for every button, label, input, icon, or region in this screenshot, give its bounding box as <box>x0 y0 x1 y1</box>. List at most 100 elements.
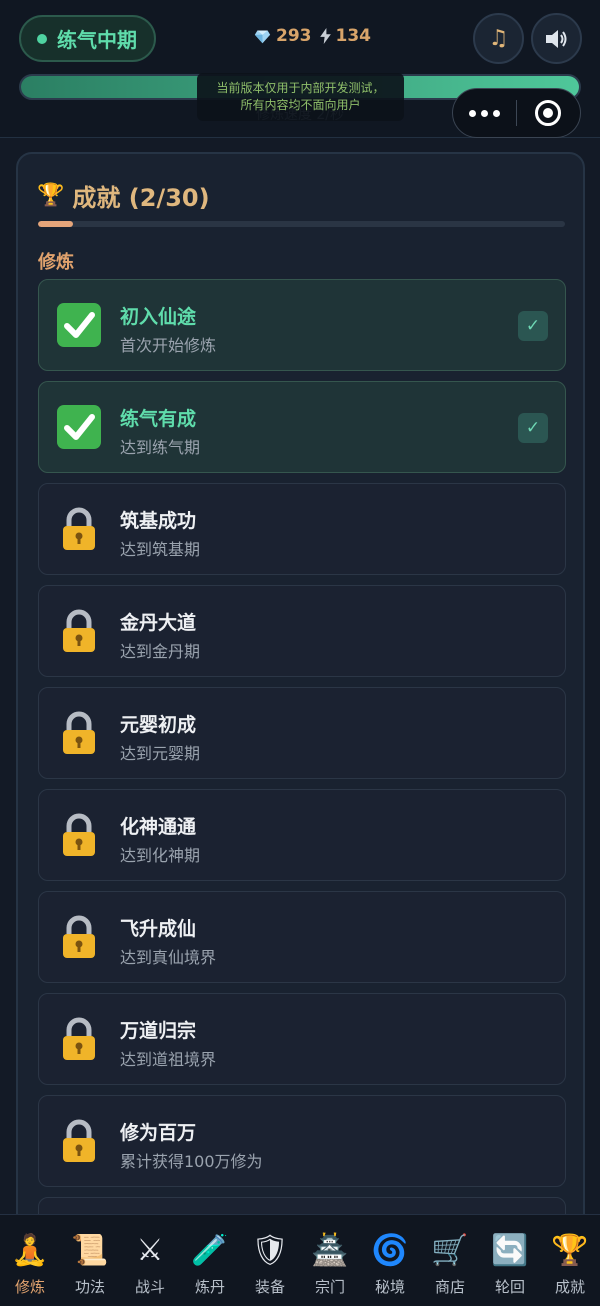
nav-tab-scroll[interactable]: 📜 功法 <box>60 1215 120 1306</box>
achievement-description: 达到金丹期 <box>120 642 201 661</box>
bottom-navigation: 🧘 修炼 📜 功法 ⚔ 战斗 🧪 炼丹 🛡 装备 🏯 宗门 🌀 秘境 🛒 商店 🔄 轮回 🏆 成就 <box>0 1214 600 1306</box>
achievement-item[interactable]: 练气有成达到练气期 ✓ <box>38 381 566 473</box>
achievement-description: 达到练气期 <box>120 438 201 457</box>
more-options-button[interactable] <box>453 109 516 117</box>
dev-notice-line: 当前版本仅用于内部开发测试， <box>216 81 385 95</box>
energy-stat: 134 <box>319 26 372 46</box>
nav-label: 成就 <box>554 1278 585 1296</box>
scroll-icon: 📜 <box>71 1233 109 1268</box>
speaker-icon <box>545 29 566 48</box>
completed-checkbox[interactable]: ✓ <box>518 311 548 341</box>
nav-label: 修炼 <box>14 1278 45 1296</box>
lock-icon <box>63 711 95 754</box>
achievement-description: 达到道祖境界 <box>120 1050 217 1069</box>
achievement-title: 化神通通 <box>120 816 197 838</box>
trophy-icon: 🏆 <box>37 183 65 208</box>
achievement-description: 首次开始修炼 <box>120 336 217 355</box>
check-mark-icon <box>57 303 101 347</box>
lock-icon <box>63 1119 95 1162</box>
nav-label: 宗门 <box>314 1278 345 1296</box>
achievement-list: 初入仙途首次开始修炼 ✓ 练气有成达到练气期 ✓ 筑基成功达到筑基期 金丹大道达到金… <box>38 279 566 1230</box>
achievement-title: 万道归宗 <box>120 1020 197 1042</box>
achievement-description: 达到真仙境界 <box>120 948 217 967</box>
section-label: 修炼 <box>38 252 74 273</box>
realm-label: 练气中期 <box>57 28 137 52</box>
lock-icon <box>63 915 95 958</box>
achievement-title: 筑基成功 <box>120 510 197 532</box>
spirit-stone-count: 293 <box>276 26 312 46</box>
nav-tab-meditation[interactable]: 🧘 修炼 <box>0 1215 60 1306</box>
nav-tab-trophy[interactable]: 🏆 成就 <box>540 1215 600 1306</box>
cart-icon: 🛒 <box>431 1233 469 1268</box>
status-dot-icon <box>37 33 47 44</box>
dev-notice-line: 所有内容均不面向用户 <box>240 98 361 112</box>
nav-label: 秘境 <box>374 1278 405 1296</box>
nav-tab-cart[interactable]: 🛒 商店 <box>420 1215 480 1306</box>
nav-label: 商店 <box>434 1278 465 1296</box>
resource-stats: 293 134 <box>254 26 371 46</box>
nav-tab-swords[interactable]: ⚔ 战斗 <box>120 1215 180 1306</box>
achievement-item[interactable]: 化神通通 达到化神期 <box>38 789 566 881</box>
lock-icon <box>63 507 95 550</box>
lock-icon <box>63 1017 95 1060</box>
music-note-icon: ♫ <box>488 26 509 51</box>
realm-badge[interactable]: 练气中期 <box>19 15 156 62</box>
top-header: 练气中期 293 134 ♫ 147 / 1000 修炼 <box>0 0 600 138</box>
achievement-description: 累计获得100万修为 <box>120 1152 263 1171</box>
completed-checkbox[interactable]: ✓ <box>518 413 548 443</box>
nav-tab-shield[interactable]: 🛡 装备 <box>240 1215 300 1306</box>
lock-icon <box>63 609 95 652</box>
sound-button[interactable] <box>531 13 582 64</box>
check-mark-icon <box>57 405 101 449</box>
achievement-item[interactable]: 元婴初成 达到元婴期 <box>38 687 566 779</box>
more-dots-icon <box>469 109 476 117</box>
achievement-item[interactable]: 修为百万累计获得100万修为 <box>38 1095 566 1187</box>
panel-title: 🏆 成就 (2/30) <box>37 178 210 213</box>
achievement-description: 达到化神期 <box>120 846 201 865</box>
lightning-icon <box>319 28 331 44</box>
achievement-item[interactable]: 筑基成功 达到筑基期 <box>38 483 566 575</box>
panel-title-text: 成就 (2/30) <box>72 184 210 212</box>
nav-label: 战斗 <box>134 1278 165 1296</box>
miniprogram-capsule <box>452 88 581 138</box>
nav-tab-potion[interactable]: 🧪 炼丹 <box>180 1215 240 1306</box>
achievement-title: 初入仙途 <box>120 306 197 328</box>
achievement-title: 修为百万 <box>120 1122 197 1144</box>
achievement-progress-fill <box>38 221 74 227</box>
nav-tab-vortex[interactable]: 🌀 秘境 <box>360 1215 420 1306</box>
achievement-title: 金丹大道 <box>120 612 197 634</box>
nav-label: 轮回 <box>494 1278 525 1296</box>
achievement-item[interactable]: 金丹大道 达到金丹期 <box>38 585 566 677</box>
achievement-title: 元婴初成 <box>120 714 197 736</box>
cycle-icon: 🔄 <box>491 1233 529 1268</box>
achievement-progress-bar <box>38 221 565 227</box>
shield-icon: 🛡 <box>250 1233 290 1268</box>
nav-tab-castle[interactable]: 🏯 宗门 <box>300 1215 360 1306</box>
meditation-icon: 🧘 <box>11 1233 49 1268</box>
swords-icon: ⚔ <box>136 1233 164 1268</box>
trophy-icon: 🏆 <box>551 1233 589 1268</box>
target-circle-icon <box>535 100 562 126</box>
lock-icon <box>63 813 95 856</box>
nav-label: 炼丹 <box>194 1278 225 1296</box>
music-button[interactable]: ♫ <box>473 13 524 64</box>
achievement-item[interactable]: 万道归宗达到道祖境界 <box>38 993 566 1085</box>
achievement-title: 飞升成仙 <box>120 918 197 940</box>
achievements-panel: 🏆 成就 (2/30) 修炼 初入仙途首次开始修炼 ✓ 练气有成达到练气期 ✓ 筑基… <box>16 152 585 1232</box>
nav-label: 装备 <box>254 1278 285 1296</box>
nav-tab-cycle[interactable]: 🔄 轮回 <box>480 1215 540 1306</box>
castle-icon: 🏯 <box>311 1233 349 1268</box>
diamond-icon <box>254 30 271 43</box>
achievement-description: 达到元婴期 <box>120 744 201 763</box>
achievement-item[interactable]: 飞升成仙达到真仙境界 <box>38 891 566 983</box>
potion-icon: 🧪 <box>191 1233 229 1268</box>
achievement-item[interactable]: 初入仙途首次开始修炼 ✓ <box>38 279 566 371</box>
achievement-title: 练气有成 <box>120 408 197 430</box>
nav-label: 功法 <box>74 1278 105 1296</box>
energy-count: 134 <box>335 26 372 46</box>
vortex-icon: 🌀 <box>371 1233 409 1268</box>
achievement-description: 达到筑基期 <box>120 540 201 559</box>
spirit-stone-stat: 293 <box>254 26 312 46</box>
dev-notice-tooltip: 当前版本仅用于内部开发测试， 所有内容均不面向用户 <box>197 73 404 121</box>
close-miniprogram-button[interactable] <box>517 100 580 126</box>
